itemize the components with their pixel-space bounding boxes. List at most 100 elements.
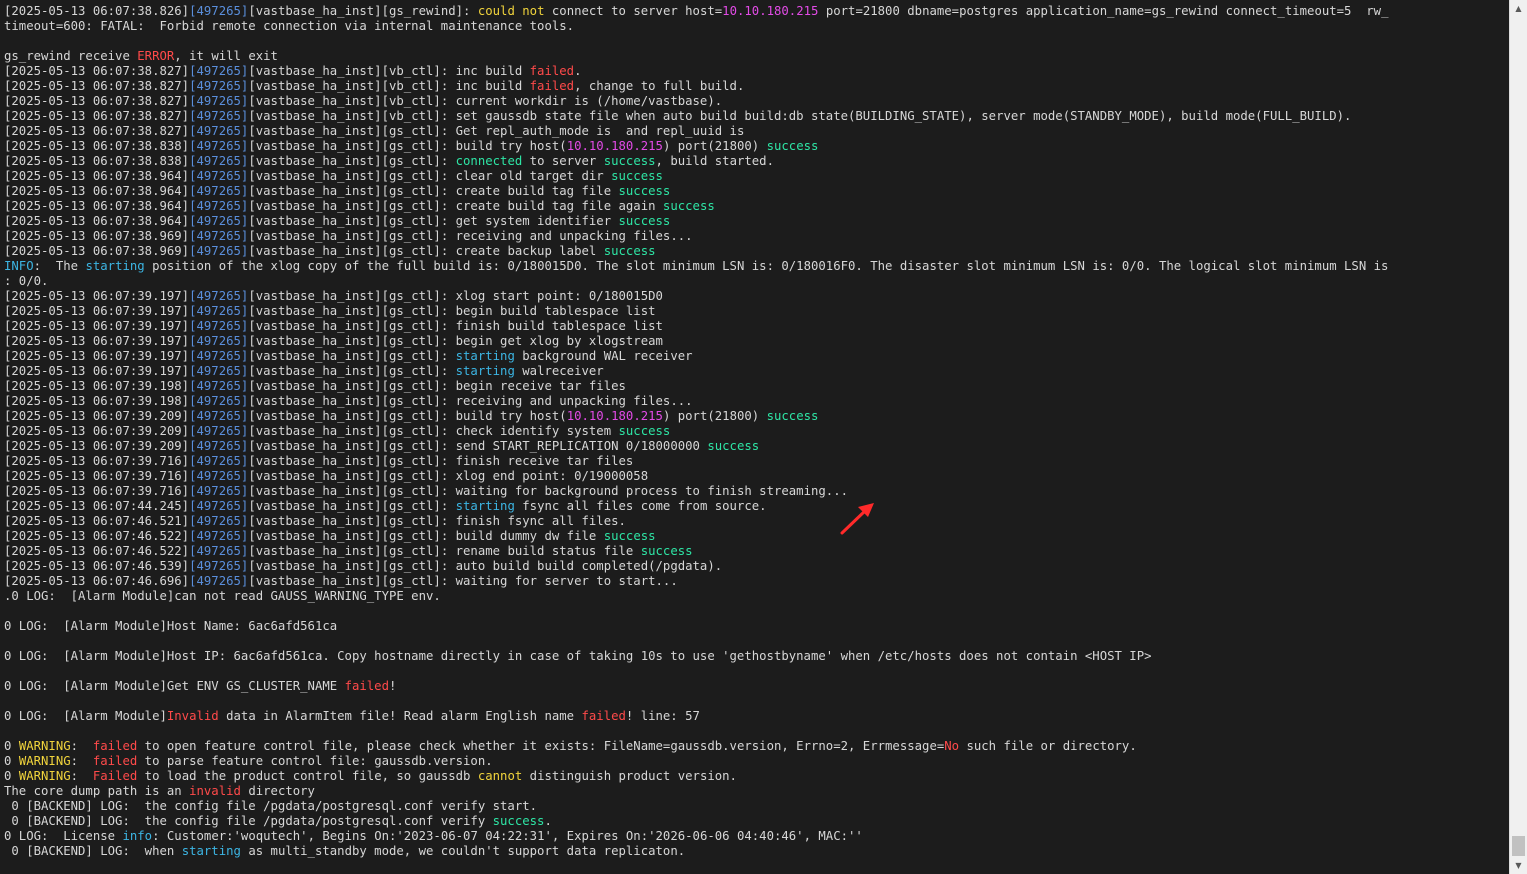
log-text: [2025-05-13 06:07:38.964] bbox=[4, 169, 190, 183]
log-text: [2025-05-13 06:07:46.521] bbox=[4, 514, 190, 528]
terminal-line: [2025-05-13 06:07:39.209][497265][vastba… bbox=[4, 424, 1504, 439]
log-text: walreceiver bbox=[514, 364, 604, 378]
log-text: [2025-05-13 06:07:38.827] bbox=[4, 94, 190, 108]
log-text: . bbox=[544, 814, 552, 828]
terminal-line: INFO: The starting position of the xlog … bbox=[4, 259, 1504, 274]
log-text: to parse feature control file: gaussdb.v… bbox=[137, 754, 493, 768]
log-text: [vastbase_ha_inst][gs_ctl]: check identi… bbox=[248, 424, 619, 438]
log-text: : 0/0. bbox=[4, 274, 49, 288]
log-text: 0 bbox=[4, 739, 19, 753]
log-token-red: Failed bbox=[92, 769, 138, 783]
log-token-cyan: starting bbox=[455, 499, 515, 513]
log-token-pid: [497265] bbox=[189, 214, 249, 228]
log-token-cyan: starting bbox=[85, 259, 145, 273]
log-text: . bbox=[574, 64, 582, 78]
log-text: 0 LOG: [Alarm Module] bbox=[4, 709, 167, 723]
log-text: [vastbase_ha_inst][gs_ctl]: begin receiv… bbox=[248, 379, 626, 393]
log-text: [vastbase_ha_inst][gs_ctl]: auto build b… bbox=[248, 559, 723, 573]
terminal-line: 0 [BACKEND] LOG: the config file /pgdata… bbox=[4, 814, 1504, 829]
log-token-pid: [497265] bbox=[189, 349, 249, 363]
terminal-line: [2025-05-13 06:07:39.209][497265][vastba… bbox=[4, 439, 1504, 454]
log-text: [vastbase_ha_inst][gs_ctl]: build try ho… bbox=[248, 139, 567, 153]
log-text: [vastbase_ha_inst][gs_ctl]: send START_R… bbox=[248, 439, 708, 453]
log-token-green: success bbox=[662, 199, 715, 213]
log-text: directory bbox=[240, 784, 315, 798]
log-token-cyan: starting bbox=[181, 844, 241, 858]
log-token-red: failed bbox=[529, 64, 575, 78]
terminal-line: [2025-05-13 06:07:39.197][497265][vastba… bbox=[4, 304, 1504, 319]
log-token-green: success bbox=[603, 244, 656, 258]
log-token-pid: [497265] bbox=[189, 469, 249, 483]
log-text: [vastbase_ha_inst][gs_ctl]: Get repl_aut… bbox=[248, 124, 745, 138]
terminal-line: 0 WARNING: failed to parse feature contr… bbox=[4, 754, 1504, 769]
log-token-pid: [497265] bbox=[189, 199, 249, 213]
log-text: [vastbase_ha_inst][gs_ctl]: xlog start p… bbox=[248, 289, 663, 303]
log-text: timeout=600: FATAL: Forbid remote connec… bbox=[4, 19, 575, 33]
log-text: [vastbase_ha_inst][gs_ctl]: finish recei… bbox=[248, 454, 634, 468]
terminal-line: [2025-05-13 06:07:38.827][497265][vastba… bbox=[4, 79, 1504, 94]
log-token-cyan: starting bbox=[455, 349, 515, 363]
log-token-yellow: cannot bbox=[477, 769, 523, 783]
terminal-line: 0 LOG: [Alarm Module]Get ENV GS_CLUSTER_… bbox=[4, 679, 1504, 694]
terminal-line: 0 WARNING: Failed to load the product co… bbox=[4, 769, 1504, 784]
scroll-down-icon[interactable]: ▼ bbox=[1510, 857, 1527, 874]
log-token-pid: [497265] bbox=[189, 4, 249, 18]
log-text: [vastbase_ha_inst][gs_ctl]: waiting for … bbox=[248, 574, 678, 588]
terminal-line: [2025-05-13 06:07:44.245][497265][vastba… bbox=[4, 499, 1504, 514]
log-text: position of the xlog copy of the full bu… bbox=[144, 259, 1389, 273]
log-text: to open feature control file, please che… bbox=[137, 739, 945, 753]
log-text: [vastbase_ha_inst][gs_ctl]: finish fsync… bbox=[248, 514, 626, 528]
terminal-line: [2025-05-13 06:07:38.969][497265][vastba… bbox=[4, 244, 1504, 259]
log-token-pid: [497265] bbox=[189, 154, 249, 168]
log-text: [2025-05-13 06:07:39.209] bbox=[4, 439, 190, 453]
terminal-line: [2025-05-13 06:07:38.827][497265][vastba… bbox=[4, 64, 1504, 79]
log-token-pid: [497265] bbox=[189, 289, 249, 303]
log-text: [2025-05-13 06:07:38.826] bbox=[4, 4, 190, 18]
log-token-pid: [497265] bbox=[189, 574, 249, 588]
log-text: [2025-05-13 06:07:44.245] bbox=[4, 499, 190, 513]
log-text: [2025-05-13 06:07:46.539] bbox=[4, 559, 190, 573]
vertical-scrollbar[interactable]: ▲ ▼ bbox=[1509, 0, 1527, 874]
log-text: , it will exit bbox=[174, 49, 278, 63]
log-token-pid: [497265] bbox=[189, 229, 249, 243]
log-text: : bbox=[70, 769, 93, 783]
scroll-up-icon[interactable]: ▲ bbox=[1510, 0, 1527, 17]
log-text: [vastbase_ha_inst][gs_ctl]: bbox=[248, 364, 456, 378]
terminal-line: [2025-05-13 06:07:46.539][497265][vastba… bbox=[4, 559, 1504, 574]
log-text: [2025-05-13 06:07:39.209] bbox=[4, 409, 190, 423]
terminal-line: [2025-05-13 06:07:38.969][497265][vastba… bbox=[4, 229, 1504, 244]
log-text: 0 LOG: [Alarm Module]Host IP: 6ac6afd561… bbox=[4, 649, 1152, 663]
terminal-line: gs_rewind receive ERROR, it will exit bbox=[4, 49, 1504, 64]
log-text: background WAL receiver bbox=[514, 349, 693, 363]
log-text: [2025-05-13 06:07:39.197] bbox=[4, 364, 190, 378]
terminal-line: [2025-05-13 06:07:38.827][497265][vastba… bbox=[4, 94, 1504, 109]
log-text: [2025-05-13 06:07:39.197] bbox=[4, 319, 190, 333]
log-text: to load the product control file, so gau… bbox=[137, 769, 478, 783]
log-token-red: failed bbox=[529, 79, 575, 93]
log-text: : bbox=[70, 739, 93, 753]
log-token-pid: [497265] bbox=[189, 379, 249, 393]
log-token-green: success bbox=[618, 184, 671, 198]
log-token-magenta: 10.10.180.215 bbox=[566, 409, 663, 423]
terminal-line: [2025-05-13 06:07:39.209][497265][vastba… bbox=[4, 409, 1504, 424]
terminal-line: [2025-05-13 06:07:38.827][497265][vastba… bbox=[4, 109, 1504, 124]
terminal-line: [2025-05-13 06:07:39.198][497265][vastba… bbox=[4, 379, 1504, 394]
log-text: [2025-05-13 06:07:46.522] bbox=[4, 529, 190, 543]
log-text: 0 bbox=[4, 769, 19, 783]
log-token-red: No bbox=[944, 739, 960, 753]
log-text: 0 bbox=[4, 754, 19, 768]
log-token-pid: [497265] bbox=[189, 319, 249, 333]
terminal-line: .0 LOG: [Alarm Module]can not read GAUSS… bbox=[4, 589, 1504, 604]
log-token-pid: [497265] bbox=[189, 169, 249, 183]
log-token-pid: [497265] bbox=[189, 394, 249, 408]
log-text: : Customer:'woqutech', Begins On:'2023-0… bbox=[152, 829, 863, 843]
log-text: [2025-05-13 06:07:38.827] bbox=[4, 64, 190, 78]
terminal-window[interactable]: [2025-05-13 06:07:38.826][497265][vastba… bbox=[0, 0, 1509, 874]
scrollbar-thumb[interactable] bbox=[1512, 836, 1525, 856]
log-text: [2025-05-13 06:07:38.964] bbox=[4, 199, 190, 213]
log-text: [vastbase_ha_inst][gs_ctl]: create build… bbox=[248, 184, 619, 198]
log-token-red: invalid bbox=[189, 784, 241, 798]
